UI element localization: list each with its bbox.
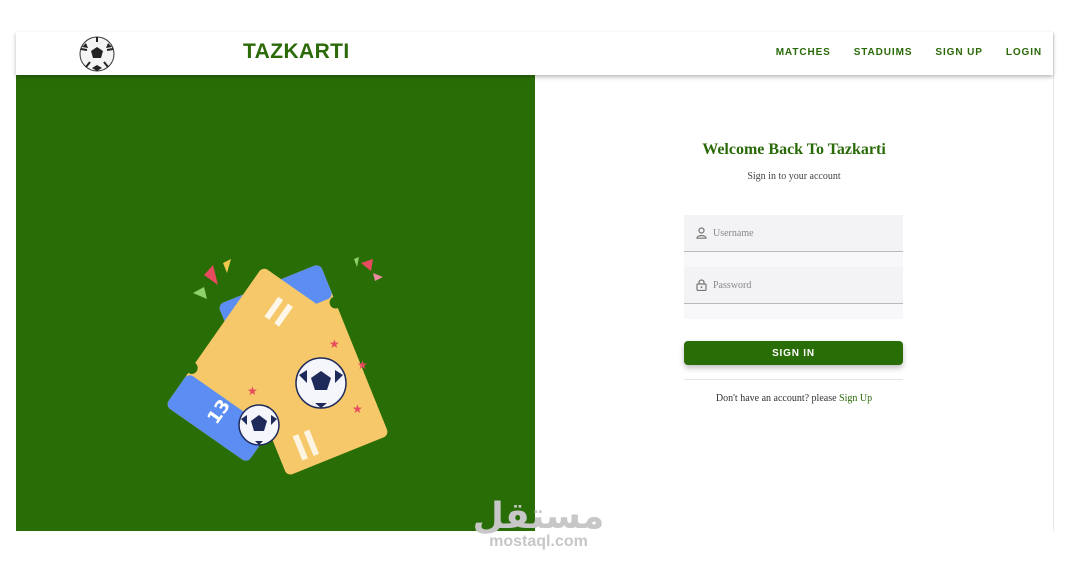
- username-helper-space: [684, 252, 903, 267]
- confetti-green: [193, 287, 207, 299]
- confetti-pink: [373, 273, 383, 281]
- login-title: Welcome Back To Tazkarti: [702, 141, 886, 158]
- confetti-red: [204, 265, 218, 285]
- star-icon: ★: [352, 402, 363, 416]
- user-icon: [696, 227, 707, 239]
- signup-prompt-line: Don't have an account? please Sign Up: [535, 393, 1053, 404]
- login-subtitle: Sign in to your account: [747, 171, 841, 182]
- top-navbar: TAZKARTI MATCHES STADUIMS SIGN UP LOGIN: [16, 32, 1053, 75]
- sign-up-link[interactable]: Sign Up: [839, 393, 872, 404]
- password-helper-space: [684, 304, 903, 319]
- soccer-ball-large-icon: [295, 357, 347, 409]
- confetti-yellow: [223, 259, 231, 273]
- main-nav: MATCHES STADUIMS SIGN UP LOGIN: [753, 47, 1042, 58]
- username-field[interactable]: [684, 215, 903, 252]
- star-icon: ★: [247, 384, 258, 398]
- nav-login[interactable]: LOGIN: [1006, 47, 1042, 58]
- nav-matches[interactable]: MATCHES: [776, 47, 831, 58]
- signup-prompt-text: Don't have an account? please: [715, 393, 837, 404]
- sign-in-button[interactable]: SIGN IN: [684, 341, 903, 365]
- soccer-ball-small-icon: [238, 404, 280, 446]
- nav-sign-up[interactable]: SIGN UP: [935, 47, 982, 58]
- form-divider: [684, 379, 903, 380]
- password-input[interactable]: [713, 279, 893, 291]
- watermark-arabic: مستقل: [472, 496, 605, 537]
- confetti-green-2: [354, 257, 359, 267]
- login-panel: Welcome Back To Tazkarti Sign in to your…: [535, 75, 1053, 531]
- tickets-illustration: 12 13: [167, 257, 388, 475]
- confetti-red-2: [361, 259, 373, 271]
- username-input[interactable]: [713, 227, 893, 239]
- watermark: مستقل mostaql.com: [466, 496, 611, 550]
- hero-panel: 12 13: [16, 75, 535, 531]
- star-icon: ★: [329, 337, 340, 351]
- app-window: TAZKARTI MATCHES STADUIMS SIGN UP LOGIN …: [16, 32, 1054, 531]
- brand-title[interactable]: TAZKARTI: [243, 40, 350, 64]
- soccer-ball-icon[interactable]: [79, 36, 115, 72]
- password-field[interactable]: [684, 267, 903, 304]
- nav-stadiums[interactable]: STADUIMS: [854, 47, 913, 58]
- lock-icon: [696, 279, 707, 291]
- star-icon: ★: [357, 358, 368, 372]
